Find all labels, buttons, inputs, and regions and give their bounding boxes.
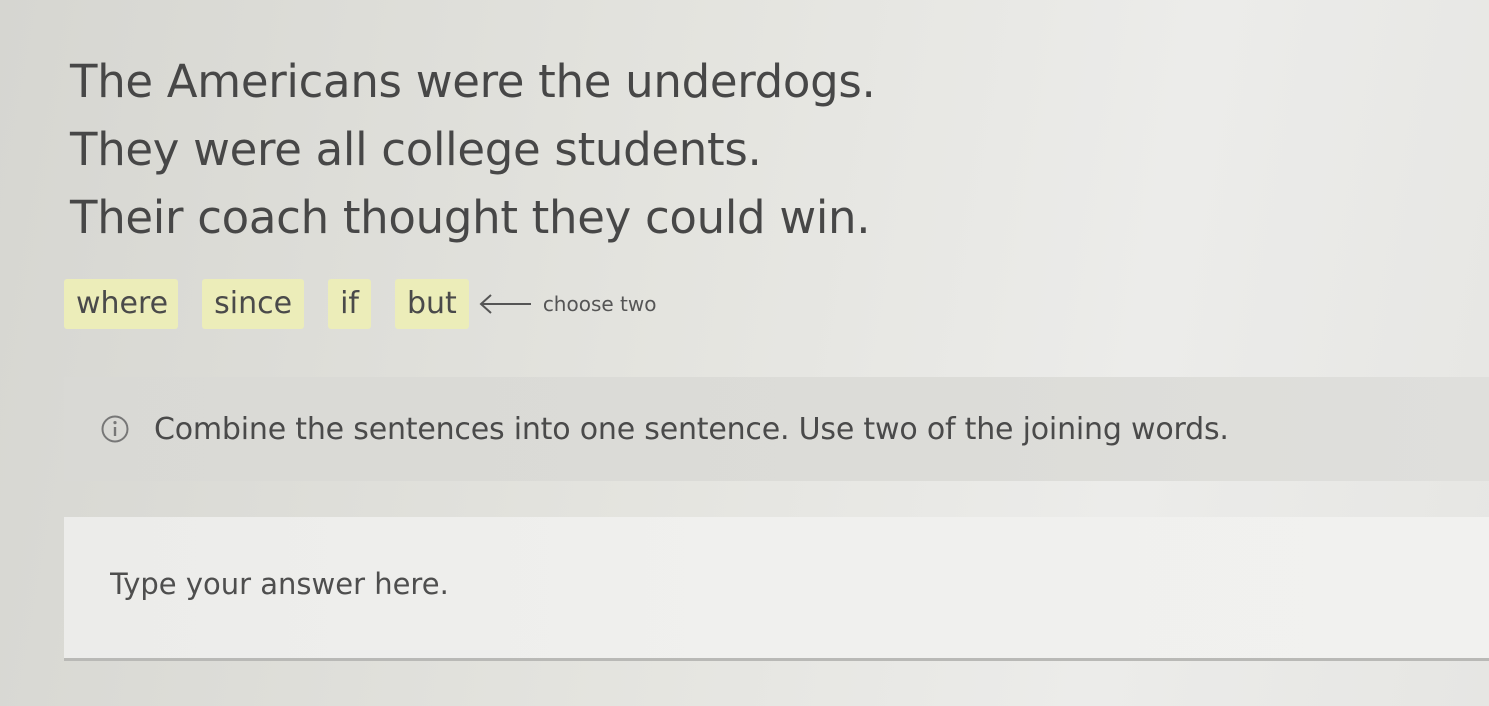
word-chip-but[interactable]: but xyxy=(394,279,469,329)
answer-input[interactable] xyxy=(110,567,1410,627)
arrow-left-icon xyxy=(477,292,535,316)
word-chip-since[interactable]: since xyxy=(202,279,305,329)
word-chip-if[interactable]: if xyxy=(328,279,371,329)
sentence-1: The Americans were the underdogs. xyxy=(70,55,876,108)
choose-two-hint: choose two xyxy=(542,292,657,316)
answer-box[interactable] xyxy=(64,517,1489,661)
sentences-list: The Americans were the underdogs. They w… xyxy=(70,48,876,252)
instruction-banner: Combine the sentences into one sentence.… xyxy=(64,377,1489,481)
info-icon xyxy=(98,412,132,446)
instruction-text: Combine the sentences into one sentence.… xyxy=(154,411,1229,447)
word-bank: where since if but choose two xyxy=(64,276,656,332)
word-chip-where[interactable]: where xyxy=(64,279,179,329)
sentence-3: Their coach thought they could win. xyxy=(70,191,871,244)
sentence-2: They were all college students. xyxy=(70,123,762,176)
